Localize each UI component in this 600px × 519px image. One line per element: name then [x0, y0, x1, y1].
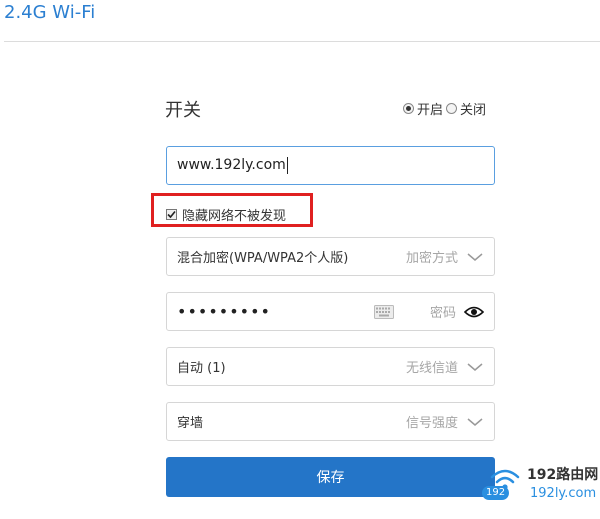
radio-off-label: 关闭: [460, 103, 487, 118]
switch-label: 开关: [165, 100, 201, 121]
hide-network-checkbox[interactable]: 隐藏网络不被发现: [166, 205, 286, 224]
radio-on-option[interactable]: 开启: [403, 99, 443, 118]
radio-off-option[interactable]: 关闭: [446, 99, 486, 118]
encryption-select[interactable]: 混合加密(WPA/WPA2个人版) 加密方式: [166, 237, 495, 276]
watermark-title: 192路由网: [527, 467, 599, 483]
watermark-url: 192ly.com: [530, 486, 597, 501]
radio-icon-off[interactable]: [446, 103, 458, 114]
signal-strength-select[interactable]: 穿墙 信号强度: [166, 402, 495, 441]
channel-hint: 无线信道: [405, 361, 458, 376]
save-button[interactable]: 保存: [166, 457, 495, 497]
page-title: 2.4G Wi-Fi: [4, 2, 96, 23]
watermark-badge: 192: [482, 486, 510, 500]
eye-icon[interactable]: [464, 305, 484, 319]
divider: [4, 41, 600, 42]
text-caret: [286, 156, 288, 174]
checkbox-icon[interactable]: [166, 209, 177, 220]
radio-icon-on[interactable]: [403, 103, 414, 114]
switch-radio-group: 开启 关闭: [403, 99, 489, 118]
encryption-value: 混合加密(WPA/WPA2个人版): [177, 251, 349, 266]
ssid-value: www.192ly.com: [177, 157, 286, 173]
chevron-down-icon: [467, 362, 483, 371]
chevron-down-icon: [467, 252, 483, 261]
radio-on-label: 开启: [417, 103, 444, 118]
channel-select[interactable]: 自动 (1) 无线信道: [166, 347, 495, 386]
hide-network-label: 隐藏网络不被发现: [182, 209, 287, 224]
channel-value: 自动 (1): [177, 361, 226, 376]
encryption-hint: 加密方式: [405, 251, 458, 266]
keyboard-icon[interactable]: [373, 304, 394, 319]
signal-hint: 信号强度: [405, 416, 458, 431]
password-input[interactable]: ••••••••• 密码: [166, 292, 495, 331]
password-hint: 密码: [429, 306, 456, 321]
chevron-down-icon: [467, 417, 483, 426]
signal-value: 穿墙: [177, 416, 204, 431]
password-value: •••••••••: [177, 302, 271, 321]
ssid-input[interactable]: www.192ly.com: [166, 146, 495, 185]
